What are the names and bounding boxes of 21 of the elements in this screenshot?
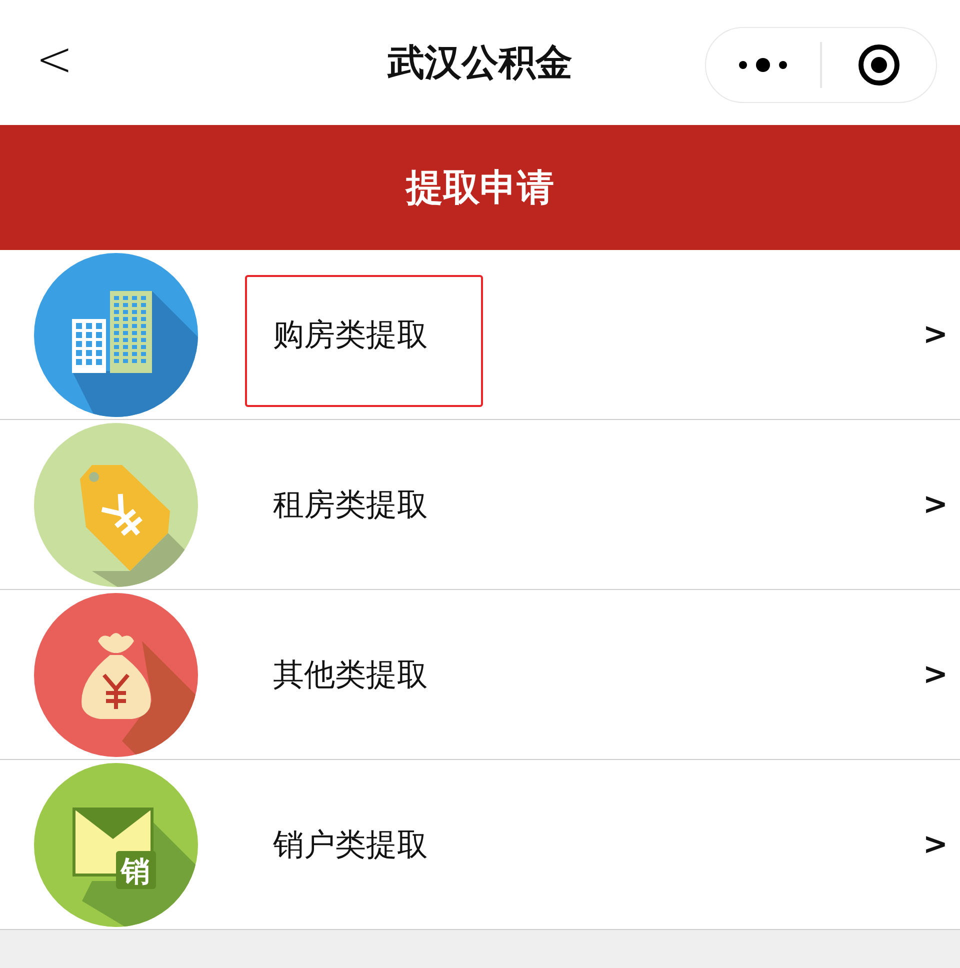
back-button[interactable]: <	[36, 36, 73, 84]
page-title: 武汉公积金	[388, 40, 572, 86]
item-label: 购房类提取	[273, 316, 429, 354]
envelope-icon	[34, 762, 198, 926]
target-icon[interactable]	[856, 43, 901, 87]
banner-title: 提取申请	[406, 164, 554, 210]
menu-item[interactable]: 销 销户类提取 >	[0, 760, 960, 930]
menu-item[interactable]: 购房类提取 >	[0, 250, 960, 420]
chevron[interactable]: >	[922, 657, 948, 692]
menu-item[interactable]: 其他类提取 >	[0, 590, 960, 760]
chevron[interactable]: >	[922, 487, 948, 522]
item-label: 其他类提取	[273, 656, 429, 694]
icon-label: 销	[121, 854, 150, 888]
menu-item[interactable]: 租房类提取 >	[0, 420, 960, 590]
chevron[interactable]: >	[922, 827, 948, 862]
item-label: 租房类提取	[273, 486, 429, 524]
price-tag-icon	[32, 420, 200, 588]
chevron[interactable]: >	[922, 317, 948, 352]
more-icon[interactable]	[738, 57, 788, 73]
money-bag-icon	[32, 590, 200, 758]
item-label: 销户类提取	[273, 826, 429, 864]
